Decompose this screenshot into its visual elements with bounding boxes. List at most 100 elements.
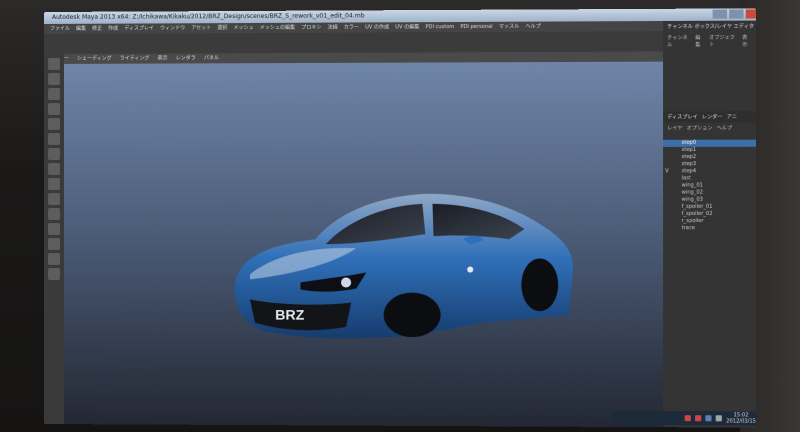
layer-name: step4 <box>681 168 697 175</box>
panel-menu-item[interactable]: レンダラ <box>176 53 196 63</box>
layer-row[interactable]: wing_01 <box>663 182 756 189</box>
rear-wheel-well <box>521 258 559 312</box>
layer-row[interactable]: Vstep4 <box>663 168 756 175</box>
channel-box-layer-editor: チャンネル ボックス/レイヤ エディタ チャンネル 編集 オブジェクト 表示 デ… <box>663 20 756 428</box>
system-clock[interactable]: 15:02 2012/03/15 <box>726 412 756 424</box>
layer-visibility[interactable]: V <box>665 168 669 175</box>
taskbar-tray: 15:02 2012/03/15 <box>611 410 756 426</box>
menu-item[interactable]: ファイル <box>50 24 70 34</box>
tray-app-icon[interactable] <box>695 415 702 422</box>
tray-app-icon[interactable] <box>684 415 692 422</box>
model-badge: BRZ <box>275 307 305 323</box>
menu-item[interactable]: UV の編集 <box>395 22 419 32</box>
menu-item[interactable]: ウィンドウ <box>160 23 185 33</box>
window-controls <box>712 9 756 19</box>
panel-menu-item[interactable]: パネル <box>204 53 219 63</box>
tab-anim[interactable]: アニ <box>727 113 737 120</box>
menu-item[interactable]: UV の作成 <box>365 22 389 32</box>
3d-viewport[interactable]: BRZ <box>63 61 664 428</box>
layer-name: trace <box>681 225 695 232</box>
layer-row[interactable]: trace <box>663 225 756 232</box>
car-model[interactable]: BRZ <box>205 143 591 346</box>
layer-name: step2 <box>681 153 697 161</box>
layer-row[interactable]: f_spoiler_01 <box>663 204 756 211</box>
menu-item[interactable]: メッシュ <box>233 23 253 33</box>
tab-render[interactable]: レンダー <box>702 113 723 120</box>
menu-item[interactable]: ヘルプ <box>525 22 540 32</box>
persp-graph-icon[interactable] <box>47 223 60 236</box>
close-button[interactable] <box>745 9 756 19</box>
monitor-screen: Autodesk Maya 2013 x64: Z:/Ichikawa/Kika… <box>44 8 756 428</box>
four-view-icon[interactable] <box>47 192 60 205</box>
tray-volume-icon[interactable] <box>715 415 723 422</box>
minimize-button[interactable] <box>712 9 728 19</box>
move-tool-icon[interactable] <box>47 102 60 115</box>
menu-item[interactable]: ディスプレイ <box>124 23 154 33</box>
menu-item[interactable]: マッスル <box>499 22 519 32</box>
layer-row[interactable]: last <box>663 175 756 182</box>
layer-name: step3 <box>681 161 697 168</box>
layer-row[interactable]: wing_03 <box>663 197 756 204</box>
layout-icon[interactable] <box>47 268 60 281</box>
layer-name: step1 <box>681 146 697 153</box>
scale-tool-icon[interactable] <box>47 132 60 145</box>
layer-name: r_spoiler <box>681 218 704 225</box>
rotate-tool-icon[interactable] <box>47 117 60 130</box>
layer-name: wing_03 <box>681 196 703 203</box>
layer-row[interactable]: wing_02 <box>663 190 756 197</box>
panel-menu-item[interactable]: ライティング <box>120 54 150 64</box>
menu-item[interactable]: 法線 <box>328 23 338 33</box>
menu-item[interactable]: PDI personal <box>460 22 492 32</box>
status-line <box>44 31 664 68</box>
fuel-emblem <box>467 266 474 273</box>
panel-header: チャンネル ボックス/レイヤ エディタ <box>667 23 755 31</box>
menu-item[interactable]: 作成 <box>108 24 118 34</box>
channel-box-menu: チャンネル 編集 オブジェクト 表示 <box>663 32 756 51</box>
layout-icon[interactable] <box>47 238 60 251</box>
persp-outliner-icon[interactable] <box>47 207 60 221</box>
maximize-button[interactable] <box>729 9 744 19</box>
layer-list: step0 step1 step2 step3 Vstep4 last wing… <box>663 139 756 233</box>
menu-item[interactable]: 選択 <box>217 23 227 33</box>
menu-item[interactable]: アセット <box>191 23 211 33</box>
layer-menu-item[interactable]: オプション <box>687 124 713 131</box>
single-view-icon[interactable] <box>47 177 60 190</box>
panel-menu-item[interactable]: シェーディング <box>77 54 112 64</box>
tray-network-icon[interactable] <box>705 415 712 422</box>
layer-row[interactable]: f_spoiler_02 <box>663 211 756 218</box>
select-tool-icon[interactable] <box>47 57 60 70</box>
menu-item[interactable]: PDI custom <box>425 22 454 32</box>
layer-menu-item[interactable]: レイヤ <box>667 125 682 132</box>
panel-menu-item[interactable]: 表示 <box>158 53 168 63</box>
clock-date: 2012/03/15 <box>726 418 756 425</box>
menu-item[interactable]: 編集 <box>76 24 86 34</box>
layer-menu-item[interactable]: ヘルプ <box>717 124 733 131</box>
channel-box-menu-item[interactable]: 表示 <box>742 34 752 48</box>
channel-box-menu-item[interactable]: オブジェクト <box>709 34 738 48</box>
lasso-tool-icon[interactable] <box>47 72 60 85</box>
channel-box-menu-item[interactable]: チャンネル <box>667 34 691 48</box>
tool-box <box>44 53 64 428</box>
front-wheel-well <box>383 292 441 338</box>
channel-box-menu-item[interactable]: 編集 <box>695 34 705 48</box>
layer-menu: レイヤ オプション ヘルプ <box>663 122 756 133</box>
layer-name: wing_02 <box>681 189 703 196</box>
layer-name: last <box>681 175 691 182</box>
layer-name: wing_01 <box>681 182 703 189</box>
menu-item[interactable]: カラー <box>344 22 359 32</box>
window-title: Autodesk Maya 2013 x64: Z:/Ichikawa/Kika… <box>51 12 365 21</box>
menu-item[interactable]: 修正 <box>92 24 102 34</box>
manipulator-icon[interactable] <box>47 147 60 160</box>
headlight-lens <box>341 277 352 288</box>
layer-name: step0 <box>681 139 697 146</box>
tab-display[interactable]: ディスプレイ <box>667 113 698 120</box>
menu-item[interactable]: プロキシ <box>301 23 321 33</box>
layer-row[interactable]: r_spoiler <box>663 218 756 225</box>
layout-icon[interactable] <box>47 253 60 266</box>
layer-name: f_spoiler_02 <box>681 210 713 217</box>
paint-select-icon[interactable] <box>47 87 60 100</box>
layer-tabs: ディスプレイ レンダー アニ <box>663 111 756 123</box>
menu-item[interactable]: メッシュの編集 <box>260 23 295 33</box>
last-tool-icon[interactable] <box>47 162 60 175</box>
layer-name: f_spoiler_01 <box>681 203 713 210</box>
